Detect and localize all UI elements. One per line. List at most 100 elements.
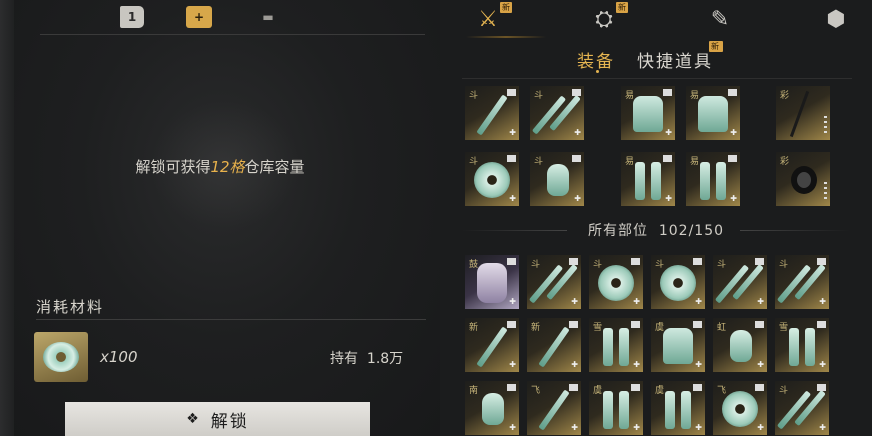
quality-icon: ✚ [509,423,516,432]
slot-tag: 斗 [779,260,789,270]
greaves-icon [805,328,815,366]
divider [36,319,426,320]
quality-icon: ✚ [819,297,826,306]
crossed-swords-icon[interactable]: ⚔ 新 [470,2,512,34]
quality-icon: ✚ [665,194,672,203]
gem-icon[interactable]: ⬢ [818,4,854,34]
new-badge: 新 [500,2,512,13]
unlock-suffix: 仓库容量 [244,158,305,176]
tab-quick-items[interactable]: 快捷道具新 [637,41,723,72]
quality-icon: ✚ [509,194,516,203]
add-tab-icon[interactable]: + [186,6,212,28]
equipment-slot[interactable]: 斗 ✚ [465,86,519,140]
slot-tag: 雪 [593,323,603,333]
slot-tag: 虹 [717,323,727,333]
blade-icon [476,94,508,136]
equipment-slot[interactable]: 飞 ✚ [527,381,581,435]
greaves-icon [635,162,645,200]
unlock-prefix: 解锁可获得 [135,158,211,176]
equipment-slot[interactable]: 斗 ✚ [775,381,829,435]
level-mark-icon [755,258,764,265]
armor-icon [633,96,663,132]
greaves-icon [700,162,710,200]
equipment-slot[interactable]: 鼓 ✚ [465,255,519,309]
equipment-slot[interactable]: 斗 ✚ [651,255,705,309]
greaves-icon [681,391,691,429]
greaves-icon [619,391,629,429]
equipment-slot[interactable]: 易 ✚ [621,86,675,140]
level-mark-icon [693,321,702,328]
equipment-slot[interactable]: 虞 ✚ [651,318,705,372]
slot-tag: 斗 [534,157,544,167]
level-mark-icon [572,89,581,96]
equipment-slot[interactable]: 雪 ✚ [589,318,643,372]
equipment-slot[interactable]: 易 ✚ [686,86,740,140]
equipment-slot[interactable]: 斗 ✚ [527,255,581,309]
equipment-slot[interactable]: 斗 ✚ [530,152,584,206]
jade-ring-icon[interactable] [34,332,88,382]
level-mark-icon [631,384,640,391]
equipment-slot[interactable]: 雪 ✚ [775,318,829,372]
flask-icon [547,164,569,196]
new-badge: 新 [709,41,723,52]
equipment-slot[interactable]: 南 ✚ [465,381,519,435]
quality-icon: ✚ [695,360,702,369]
jade-disc-icon [722,391,758,427]
equipment-slot[interactable]: 新 ✚ [527,318,581,372]
greaves-icon [619,328,629,366]
equipment-slot[interactable]: 新 ✚ [465,318,519,372]
quality-icon: ✚ [757,297,764,306]
section-title: 消耗材料 [36,298,105,316]
quality-icon: ✚ [509,128,516,137]
equipment-slot[interactable]: 易 ✚ [686,152,740,206]
active-dot [596,70,599,73]
unlock-button[interactable]: ❖ 解锁 [65,402,370,436]
slot-tag: 斗 [531,260,541,270]
bundle-icon[interactable]: ⛭ 新 [586,2,628,34]
diamond-icon: ❖ [186,411,201,427]
equipment-slot[interactable]: 虹 ✚ [713,318,767,372]
slot-tag: 斗 [655,260,665,270]
slot-tag: 新 [531,323,541,333]
equipment-slot[interactable]: 斗 ✚ [465,152,519,206]
equipment-slot[interactable]: 斗 ✚ [775,255,829,309]
quality-icon: ✚ [509,297,516,306]
quality-icon: ✚ [574,194,581,203]
book-tab-icon[interactable]: 1 [120,6,144,28]
level-mark-icon [663,155,672,162]
slot-tag: 虞 [655,386,665,396]
quality-icon: ✚ [695,423,702,432]
equipment-slot[interactable]: 彩 [776,152,830,206]
level-mark-icon [572,155,581,162]
equipment-slot[interactable]: 虞 ✚ [651,381,705,435]
level-mark-icon [569,321,578,328]
equipment-slot[interactable]: 虞 ✚ [589,381,643,435]
level-bars [824,116,827,136]
jade-disc-icon [598,265,634,301]
quality-icon: ✚ [574,128,581,137]
quality-icon: ✚ [819,423,826,432]
box-tab-icon[interactable]: ▬ [254,6,282,28]
level-mark-icon [507,384,516,391]
unlock-highlight: 12格 [210,158,245,176]
greaves-icon [716,162,726,200]
tab-equipment[interactable]: 装备 [577,47,615,72]
equipment-slot[interactable]: 斗 ✚ [713,255,767,309]
slot-tag: 斗 [593,260,603,270]
equipment-slot[interactable]: 斗 ✚ [589,255,643,309]
equipment-slot[interactable]: 彩 [776,86,830,140]
level-mark-icon [507,321,516,328]
material-count: x100 [100,348,138,366]
slot-tag: 易 [625,157,635,167]
level-mark-icon [569,384,578,391]
scroll-icon[interactable]: ✎ [702,4,738,34]
equipment-slot[interactable]: 斗 ✚ [530,86,584,140]
slot-tag: 飞 [717,386,727,396]
quality-icon: ✚ [509,360,516,369]
equipment-slot[interactable]: 易 ✚ [621,152,675,206]
staff-icon [789,90,810,138]
level-bars [824,182,827,202]
equipment-slot[interactable]: 飞 ✚ [713,381,767,435]
slot-tag: 彩 [780,157,790,167]
slot-tag: 易 [690,157,700,167]
